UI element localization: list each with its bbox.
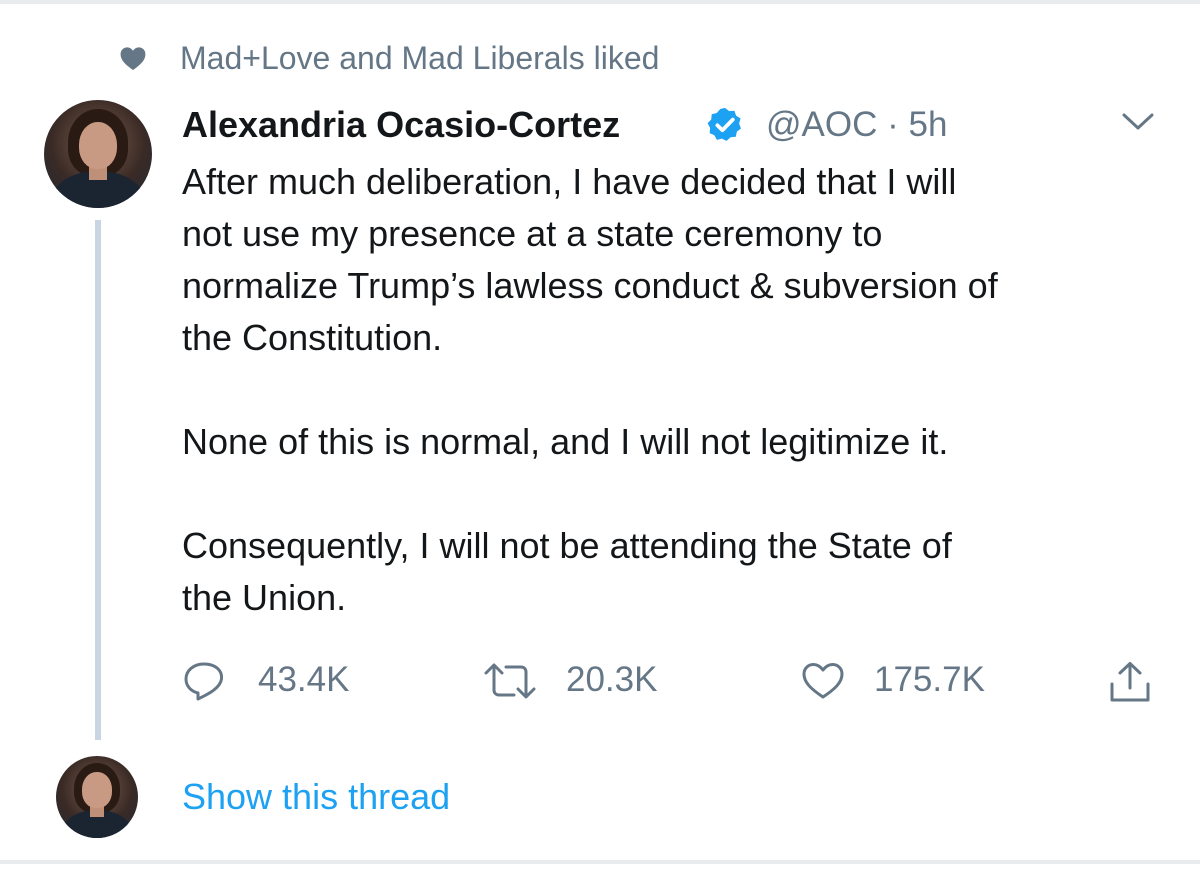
author-avatar[interactable] — [44, 100, 152, 208]
chevron-down-icon[interactable] — [1118, 108, 1158, 136]
thread-avatar[interactable] — [56, 756, 138, 838]
author-handle-time[interactable]: @AOC · 5h — [766, 100, 947, 150]
tweet-text: After much deliberation, I have decided … — [182, 156, 1172, 624]
share-icon — [1110, 662, 1150, 702]
reply-count: 43.4K — [258, 660, 350, 699]
verified-badge-icon — [707, 107, 741, 141]
retweet-icon — [484, 663, 536, 699]
tweet-paragraph: Consequently, I will not be attending th… — [182, 525, 952, 618]
heart-icon — [120, 47, 146, 71]
reply-icon — [184, 662, 224, 701]
bottom-divider — [0, 860, 1200, 864]
author-name[interactable]: Alexandria Ocasio-Cortez — [182, 100, 620, 150]
tweet-paragraph: After much deliberation, I have decided … — [182, 161, 998, 358]
tweet-paragraph: None of this is normal, and I will not l… — [182, 421, 949, 462]
retweet-button[interactable]: 20.3K — [482, 652, 702, 708]
thread-connector-line — [95, 220, 101, 740]
tweet-actions: 43.4K 20.3K 175.7K — [182, 652, 1172, 708]
social-context-text: Mad+Love and Mad Liberals liked — [180, 40, 660, 76]
like-button[interactable]: 175.7K — [800, 652, 1040, 708]
show-thread-link[interactable]: Show this thread — [182, 770, 450, 824]
heart-icon — [802, 663, 844, 699]
share-button[interactable] — [1106, 652, 1156, 708]
top-divider — [0, 0, 1200, 4]
retweet-count: 20.3K — [566, 660, 658, 699]
reply-button[interactable]: 43.4K — [182, 652, 402, 708]
like-count: 175.7K — [874, 660, 985, 699]
